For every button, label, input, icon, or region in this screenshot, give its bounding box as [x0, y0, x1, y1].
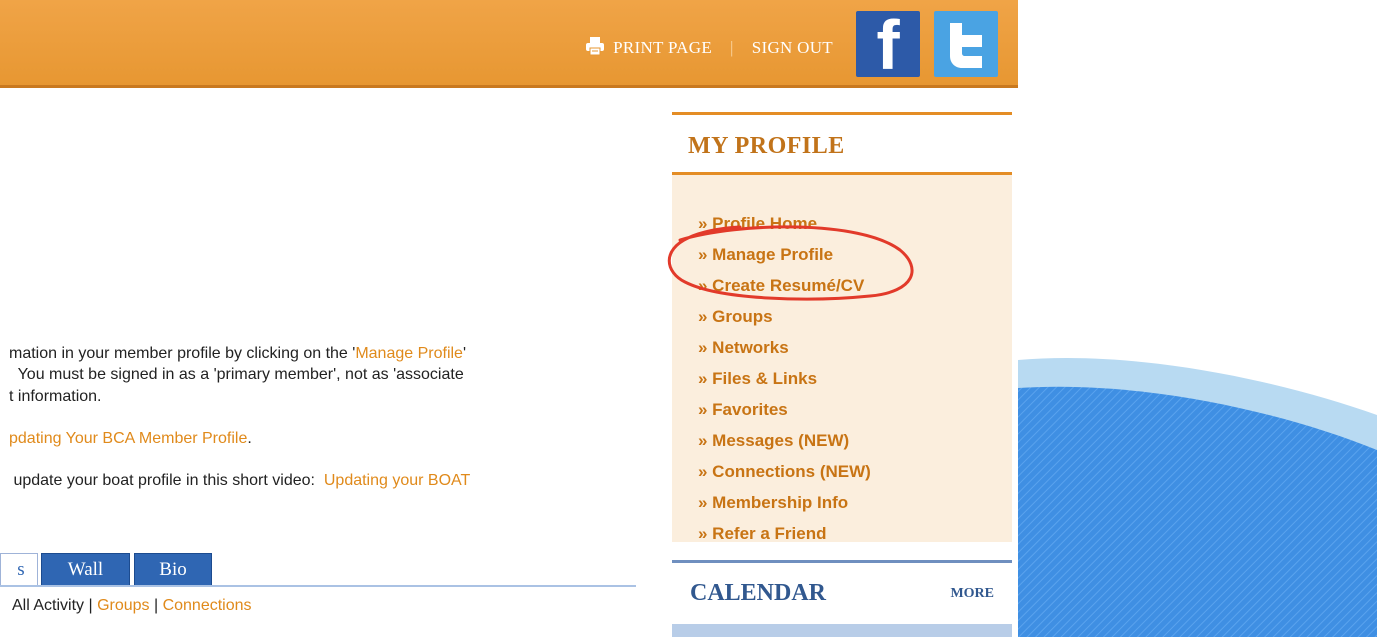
panel-header: MY PROFILE	[672, 115, 1012, 175]
manage-profile-link[interactable]: Manage Profile	[355, 345, 463, 362]
facebook-icon[interactable]: f	[856, 6, 920, 84]
decorative-background	[1018, 358, 1377, 637]
header-separator: |	[730, 38, 734, 57]
tab-wall-label: Wall	[67, 558, 104, 580]
profile-info-line-2: You must be signed in as a 'primary memb…	[9, 366, 464, 383]
site-header: PRINT PAGE | SIGN OUT f	[0, 0, 1018, 88]
printer-icon[interactable]	[585, 36, 605, 61]
facebook-letter: f	[876, 6, 900, 84]
twitter-icon[interactable]	[934, 11, 998, 77]
annotation-circle	[667, 225, 914, 301]
menu-item-connections[interactable]: » Connections (NEW)	[698, 456, 871, 487]
my-profile-title: MY PROFILE	[688, 133, 845, 159]
calendar-panel: CALENDAR MORE	[672, 560, 1012, 637]
tab-bio-label: Bio	[159, 558, 187, 580]
sign-out-link[interactable]: SIGN OUT	[752, 38, 833, 58]
tab-activities-label: s	[17, 559, 25, 580]
menu-item-favorites[interactable]: » Favorites	[698, 394, 871, 425]
menu-item-messages[interactable]: » Messages (NEW)	[698, 425, 871, 456]
calendar-title: CALENDAR	[690, 580, 827, 606]
tab-underline	[0, 585, 636, 587]
calendar-more-link[interactable]: MORE	[950, 586, 994, 602]
boat-profile-text: update your boat profile in this short v…	[9, 472, 324, 489]
profile-info-text-1a: mation in your member profile by clickin…	[9, 345, 356, 362]
profile-info-line-3: t information.	[9, 388, 102, 405]
calendar-band	[672, 624, 1012, 637]
header-links: PRINT PAGE | SIGN OUT	[585, 36, 833, 60]
my-profile-panel: MY PROFILE » Profile Home » Manage Profi…	[672, 112, 1012, 543]
filter-separator: |	[149, 597, 163, 614]
updating-profile-line: pdating Your BCA Member Profile.	[9, 428, 252, 449]
filter-groups-link[interactable]: Groups	[97, 597, 149, 614]
filter-connections-link[interactable]: Connections	[163, 597, 252, 614]
boat-profile-line: update your boat profile in this short v…	[9, 470, 470, 491]
print-page-link[interactable]: PRINT PAGE	[613, 38, 712, 58]
filter-all-activity[interactable]: All Activity	[12, 597, 84, 614]
activity-filter: All Activity | Groups | Connections	[12, 597, 252, 615]
updating-boat-link[interactable]: Updating your BOAT	[324, 472, 470, 489]
menu-item-membership-info[interactable]: » Membership Info	[698, 487, 871, 518]
updating-profile-link[interactable]: pdating Your BCA Member Profile	[9, 430, 247, 447]
profile-info-text-1b: '	[462, 345, 467, 362]
profile-info-line-1: mation in your member profile by clickin…	[9, 343, 466, 364]
filter-separator: |	[84, 597, 98, 614]
menu-item-refer-friend[interactable]: » Refer a Friend	[698, 518, 871, 549]
updating-profile-suffix: .	[247, 430, 252, 447]
menu-item-files-links[interactable]: » Files & Links	[698, 363, 871, 394]
tab-activities[interactable]: s	[0, 553, 38, 586]
calendar-top-line	[672, 560, 1012, 563]
tab-bio[interactable]: Bio	[134, 553, 212, 586]
menu-item-networks[interactable]: » Networks	[698, 332, 871, 363]
tab-wall[interactable]: Wall	[41, 553, 130, 586]
